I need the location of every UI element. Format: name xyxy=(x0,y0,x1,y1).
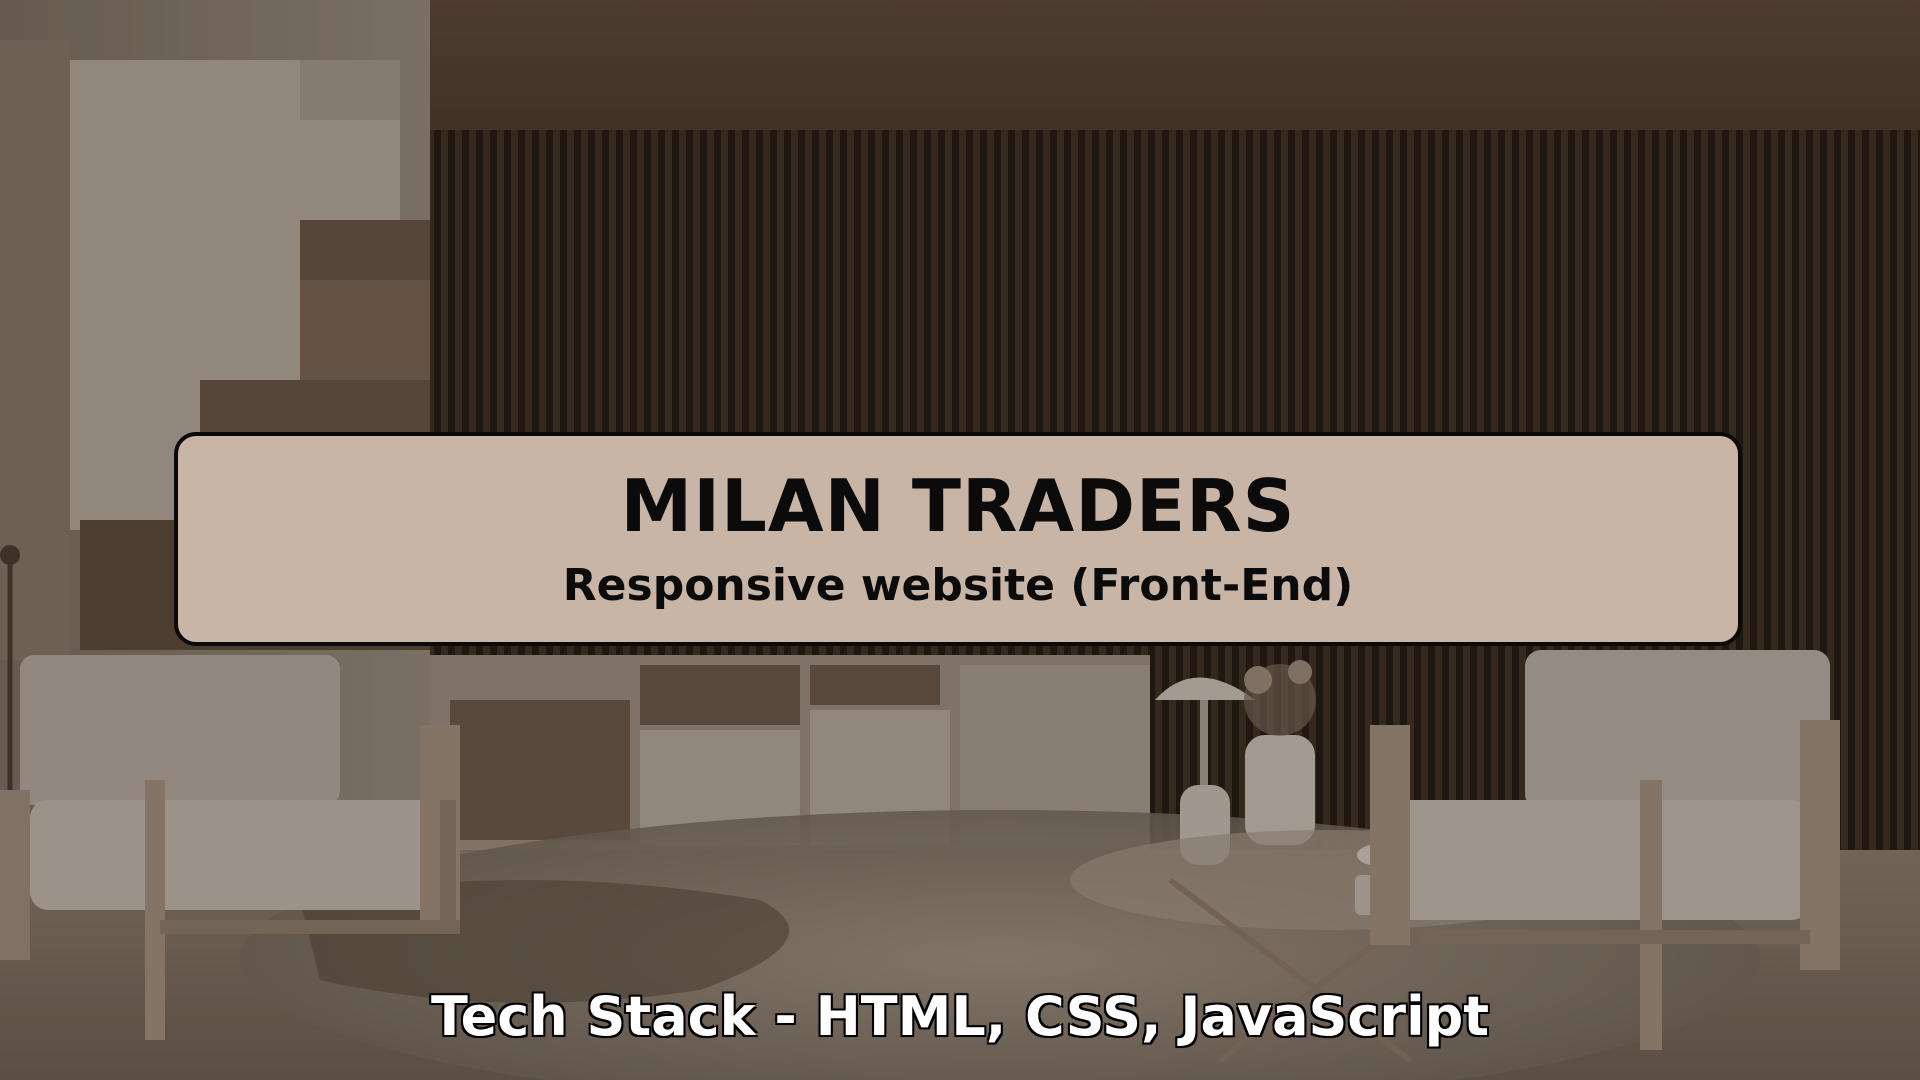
title-card: MILAN TRADERS Responsive website (Front-… xyxy=(174,432,1742,646)
project-title: MILAN TRADERS xyxy=(620,464,1296,548)
tech-stack-label: Tech Stack - HTML, CSS, JavaScript xyxy=(430,985,1490,1048)
project-subtitle: Responsive website (Front-End) xyxy=(562,560,1354,611)
thumbnail-banner: MILAN TRADERS Responsive website (Front-… xyxy=(0,0,1920,1080)
